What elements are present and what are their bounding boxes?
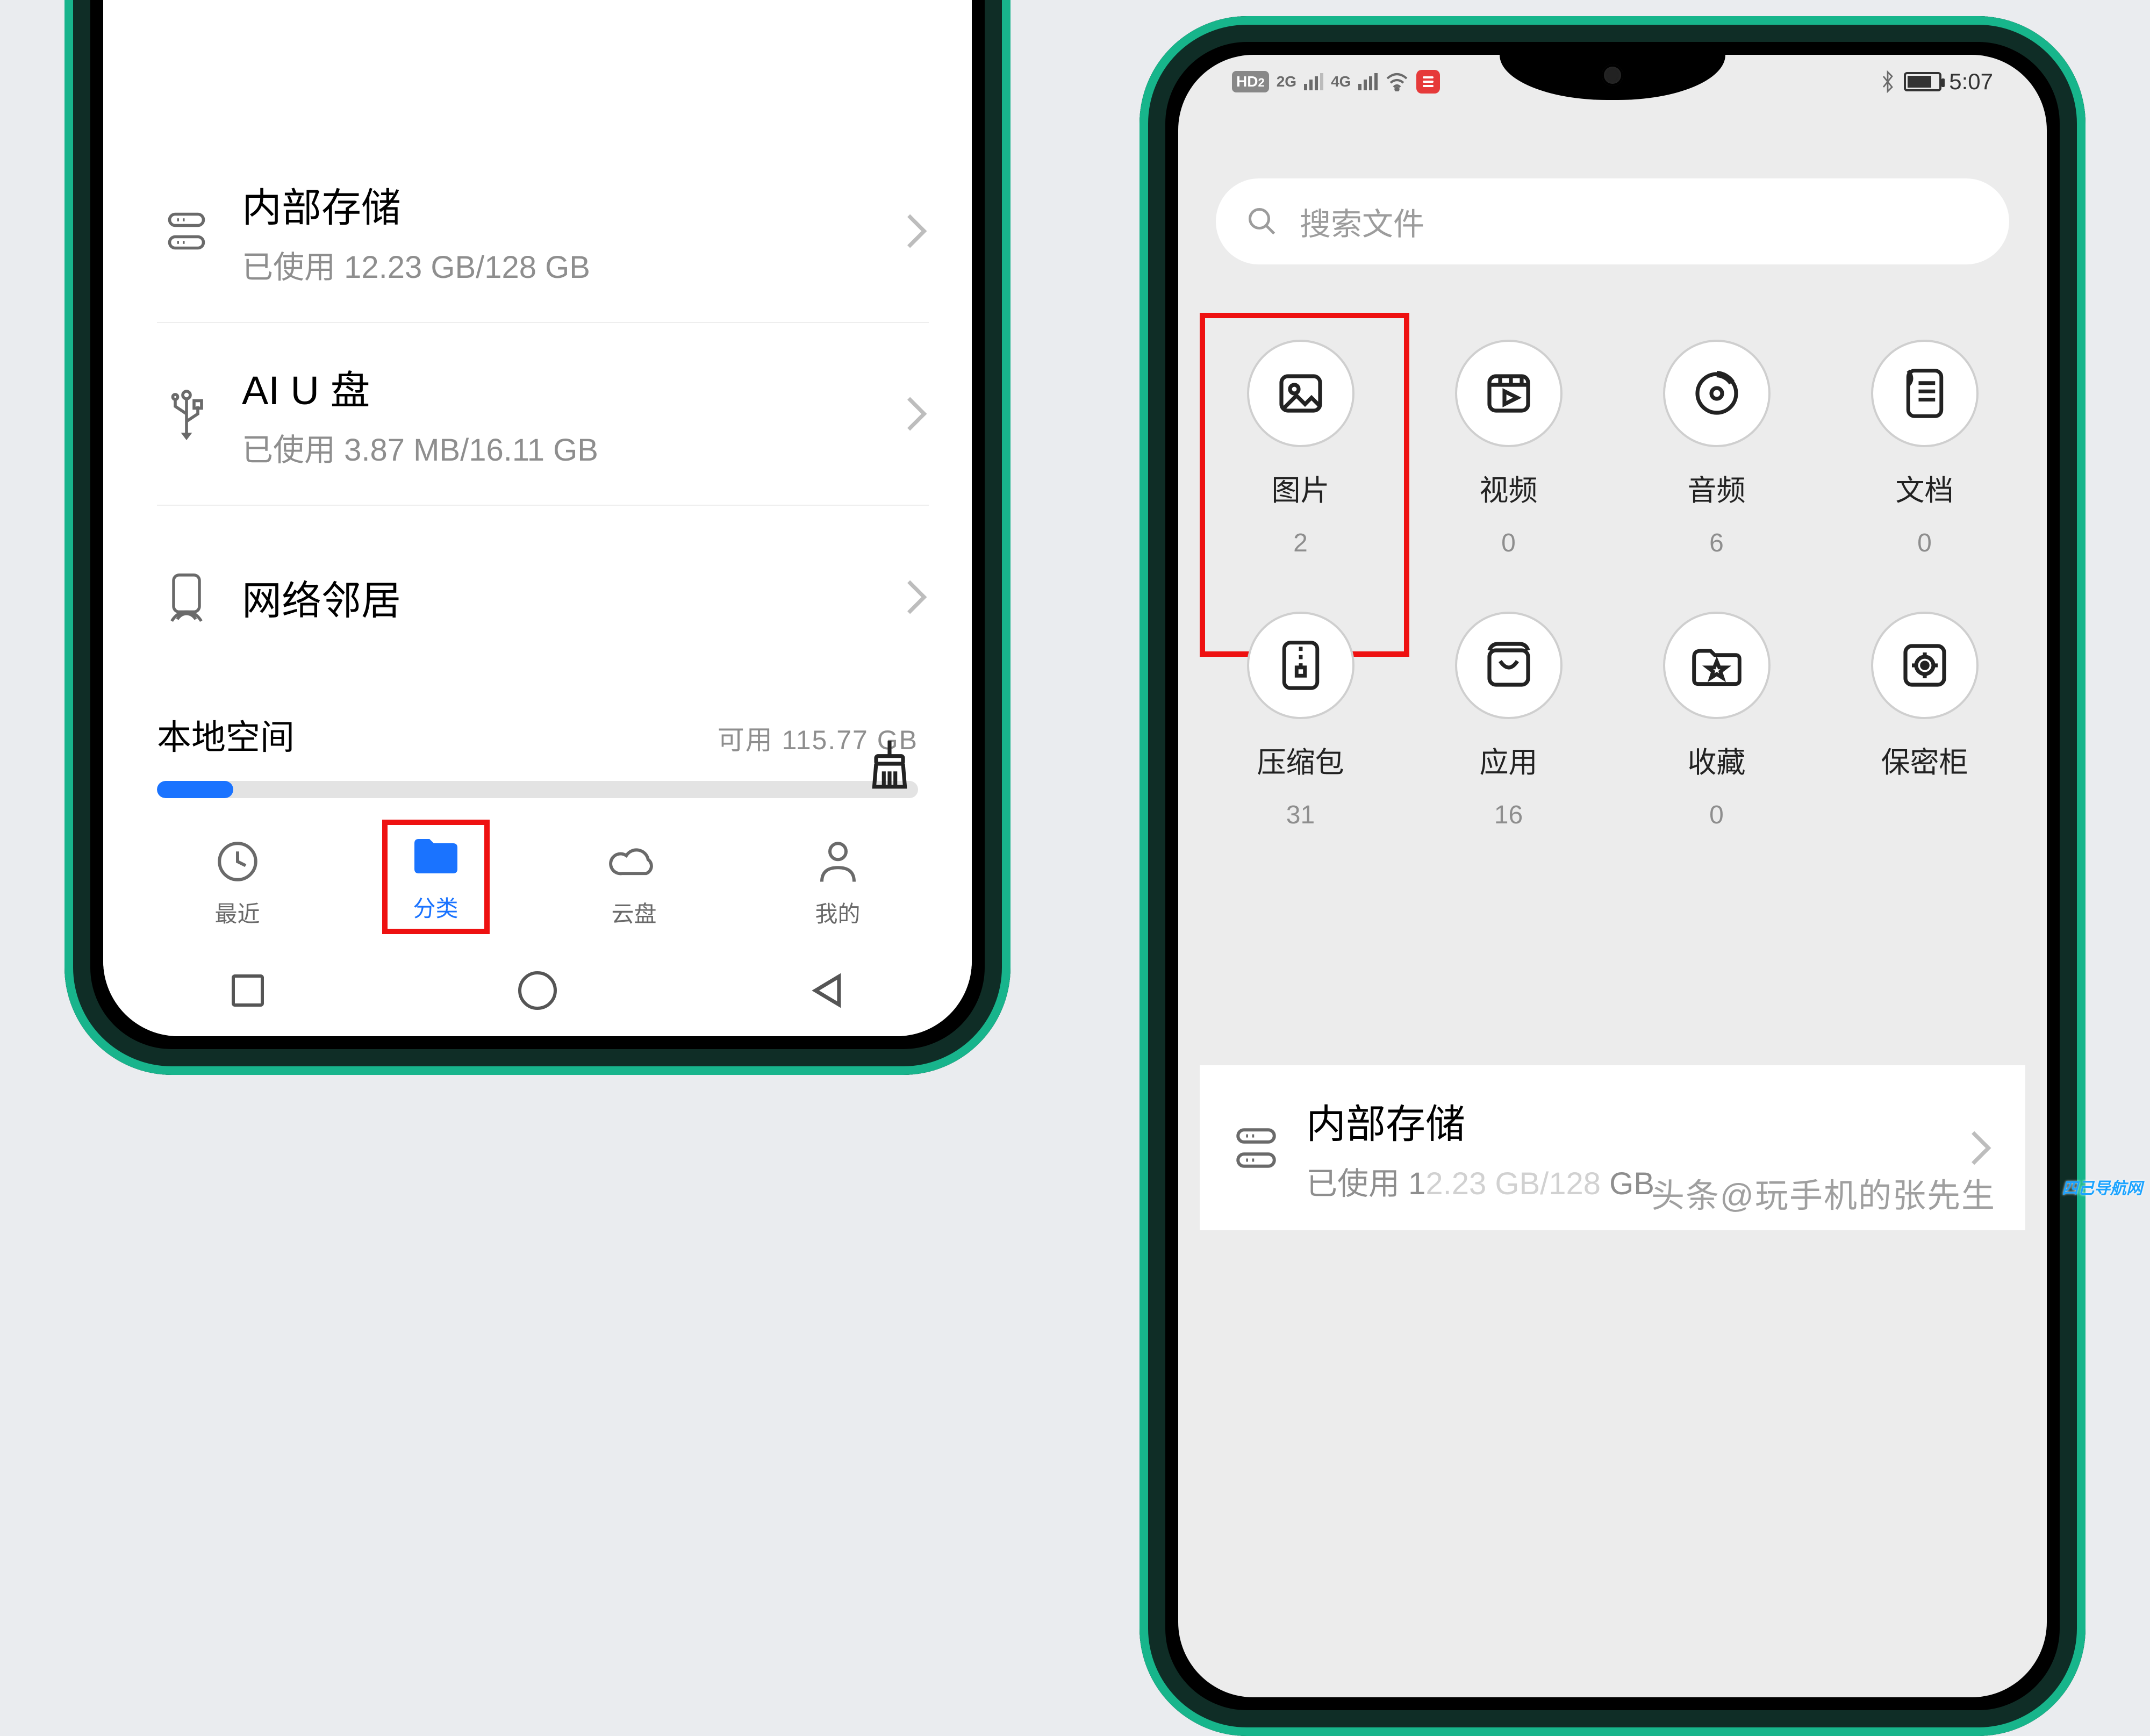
category-apps-count: 16: [1494, 800, 1523, 830]
chevron-right-icon: [1968, 1129, 1993, 1167]
corner-tag: 四己导航网: [2062, 1175, 2142, 1199]
local-space-progress: [157, 781, 918, 798]
category-images[interactable]: 图片 2: [1196, 340, 1404, 558]
category-videos-count: 0: [1501, 528, 1516, 558]
internal-storage-title: 内部存储: [242, 176, 878, 233]
internal-storage-icon: [157, 209, 216, 254]
internal-storage-title-r: 内部存储: [1306, 1092, 1943, 1150]
tab-categories-label: 分类: [413, 891, 458, 923]
hd-badge: HD2: [1232, 71, 1269, 92]
tab-recent[interactable]: 最近: [184, 836, 291, 929]
app-notification-icon: [1416, 70, 1440, 94]
network-icon: [157, 571, 216, 623]
local-space-panel: 本地空间 可用 115.77 GB: [157, 710, 918, 798]
category-images-count: 2: [1293, 528, 1308, 558]
usb-drive-title: AI U 盘: [242, 358, 878, 416]
audio-icon: [1663, 340, 1771, 447]
wifi-icon: [1385, 72, 1409, 91]
chevron-right-icon: [904, 212, 929, 250]
nav-overview[interactable]: [224, 966, 272, 1015]
category-images-label: 图片: [1272, 467, 1330, 509]
category-grid: 图片 2 视频 0 音频 6: [1178, 307, 2047, 862]
tab-recent-label: 最近: [214, 896, 260, 929]
tab-mine[interactable]: 我的: [784, 836, 892, 929]
bottom-tab-bar: 最近 分类 云盘 我的: [103, 809, 972, 945]
category-archives[interactable]: 压缩包 31: [1196, 612, 1404, 830]
category-safe-label: 保密柜: [1881, 738, 1968, 781]
category-favorites-label: 收藏: [1688, 738, 1746, 781]
tab-mine-label: 我的: [815, 896, 860, 929]
category-documents-label: 文档: [1896, 467, 1954, 509]
category-favorites-count: 0: [1709, 800, 1724, 830]
phone-frame-right: HD2 2G 4G 5:07 搜索文件: [1140, 16, 2086, 1736]
clean-button[interactable]: [866, 737, 913, 791]
battery-icon: [1904, 72, 1941, 91]
local-space-title: 本地空间: [157, 710, 295, 759]
chevron-right-icon: [904, 578, 929, 616]
video-icon: [1455, 340, 1563, 447]
phone-frame-left: 内部存储 已使用 12.23 GB/128 GB: [64, 0, 1010, 1075]
category-documents-count: 0: [1917, 528, 1932, 558]
network-neighbors-title: 网络邻居: [242, 569, 878, 626]
signal-bars-icon: [1304, 73, 1323, 90]
category-favorites[interactable]: 收藏 0: [1612, 612, 1821, 830]
category-archives-label: 压缩包: [1257, 738, 1344, 781]
cloud-icon: [608, 836, 660, 887]
android-nav-bar: [103, 945, 972, 1036]
category-safe[interactable]: 保密柜: [1821, 612, 2029, 830]
folder-icon: [410, 830, 462, 882]
watermark-text: 头条@玩手机的张先生: [1651, 1168, 1996, 1217]
row-internal-storage[interactable]: 内部存储 已使用 12.23 GB/128 GB: [157, 140, 929, 323]
archive-icon: [1247, 612, 1354, 719]
category-videos-label: 视频: [1480, 467, 1538, 509]
category-audio-label: 音频: [1688, 467, 1746, 509]
usb-icon: [157, 387, 216, 441]
tab-categories[interactable]: 分类: [382, 820, 490, 934]
search-placeholder: 搜索文件: [1300, 199, 1424, 244]
category-audio-count: 6: [1709, 528, 1724, 558]
clock-icon: [212, 836, 263, 887]
search-bar[interactable]: 搜索文件: [1216, 178, 2009, 264]
category-apps-label: 应用: [1480, 738, 1538, 781]
signal-bars-icon: [1358, 73, 1378, 90]
tab-cloud[interactable]: 云盘: [580, 836, 688, 929]
row-network-neighbors[interactable]: 网络邻居: [157, 506, 929, 688]
nav-home[interactable]: [513, 966, 562, 1015]
image-icon: [1247, 340, 1354, 447]
bluetooth-icon: [1879, 70, 1896, 94]
favorites-icon: [1663, 612, 1771, 719]
chevron-right-icon: [904, 394, 929, 433]
status-time: 5:07: [1949, 69, 1993, 95]
category-documents[interactable]: 文档 0: [1821, 340, 2029, 558]
category-archives-count: 31: [1286, 800, 1315, 830]
category-videos[interactable]: 视频 0: [1404, 340, 1612, 558]
usb-drive-sub: 已使用 3.87 MB/16.11 GB: [242, 425, 878, 470]
person-icon: [812, 836, 864, 887]
category-audio[interactable]: 音频 6: [1612, 340, 1821, 558]
safe-icon: [1871, 612, 1979, 719]
signal-2g-label: 2G: [1277, 73, 1296, 90]
tab-cloud-label: 云盘: [611, 896, 656, 929]
apps-icon: [1455, 612, 1563, 719]
internal-storage-icon: [1232, 1124, 1280, 1172]
document-icon: [1871, 340, 1979, 447]
search-icon: [1246, 205, 1278, 238]
signal-4g-label: 4G: [1331, 73, 1351, 90]
category-apps[interactable]: 应用 16: [1404, 612, 1612, 830]
internal-storage-sub: 已使用 12.23 GB/128 GB: [242, 242, 878, 287]
nav-back[interactable]: [803, 966, 851, 1015]
row-usb-drive[interactable]: AI U 盘 已使用 3.87 MB/16.11 GB: [157, 323, 929, 506]
